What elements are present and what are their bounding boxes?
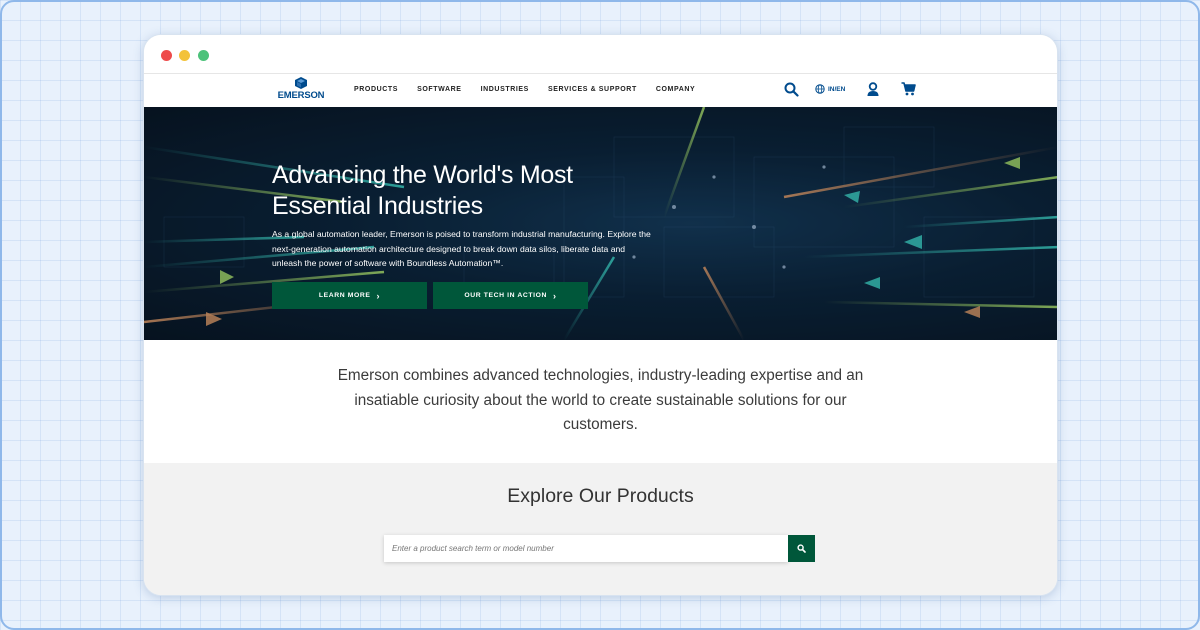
logo-text: EMERSON — [277, 90, 325, 101]
chevron-right-icon: › — [553, 290, 557, 301]
maximize-window-dot[interactable] — [198, 50, 209, 61]
emerson-logo[interactable]: EMERSON — [272, 77, 330, 103]
product-search-input[interactable] — [384, 535, 788, 562]
top-navigation: EMERSON PRODUCTS SOFTWARE INDUSTRIES SER… — [144, 73, 1057, 107]
our-tech-in-action-button[interactable]: OUR TECH IN ACTION › — [433, 282, 588, 309]
learn-more-label: LEARN MORE — [318, 292, 371, 299]
nav-item-services-support[interactable]: SERVICES & SUPPORT — [548, 86, 637, 93]
hero-content: Advancing the World's Most Essential Ind… — [272, 160, 672, 271]
nav-item-industries[interactable]: INDUSTRIES — [481, 86, 529, 93]
language-selector[interactable]: IN/EN — [815, 84, 845, 94]
nav-item-software[interactable]: SOFTWARE — [417, 86, 461, 93]
hero-description: As a global automation leader, Emerson i… — [272, 229, 651, 268]
globe-icon — [815, 84, 825, 94]
language-label: IN/EN — [828, 85, 846, 93]
our-tech-in-action-label: OUR TECH IN ACTION — [464, 292, 548, 299]
close-window-dot[interactable] — [161, 50, 172, 61]
explore-products-section: Explore Our Products — [144, 463, 1057, 595]
hero-banner: Advancing the World's Most Essential Ind… — [144, 107, 1057, 340]
search-icon — [797, 544, 806, 553]
browser-titlebar — [144, 35, 1057, 73]
nav-item-products[interactable]: PRODUCTS — [354, 86, 398, 93]
product-search-button[interactable] — [788, 535, 815, 562]
chevron-right-icon: › — [376, 290, 381, 301]
hero-title: Advancing the World's Most Essential Ind… — [272, 161, 573, 220]
browser-window: EMERSON PRODUCTS SOFTWARE INDUSTRIES SER… — [143, 34, 1058, 596]
cart-icon[interactable] — [901, 82, 916, 101]
user-icon[interactable] — [866, 82, 880, 102]
minimize-window-dot[interactable] — [179, 50, 190, 61]
logo-mark-icon — [295, 77, 307, 89]
intro-section: Emerson combines advanced technologies, … — [144, 340, 1057, 463]
nav-links: PRODUCTS SOFTWARE INDUSTRIES SERVICES & … — [354, 86, 714, 93]
intro-text: Emerson combines advanced technologies, … — [337, 367, 864, 433]
explore-title: Explore Our Products — [507, 485, 694, 507]
nav-item-company[interactable]: COMPANY — [656, 86, 695, 93]
learn-more-button[interactable]: LEARN MORE › — [272, 282, 427, 309]
search-icon[interactable] — [784, 82, 799, 102]
hero-buttons: LEARN MORE › OUR TECH IN ACTION › — [272, 282, 588, 309]
